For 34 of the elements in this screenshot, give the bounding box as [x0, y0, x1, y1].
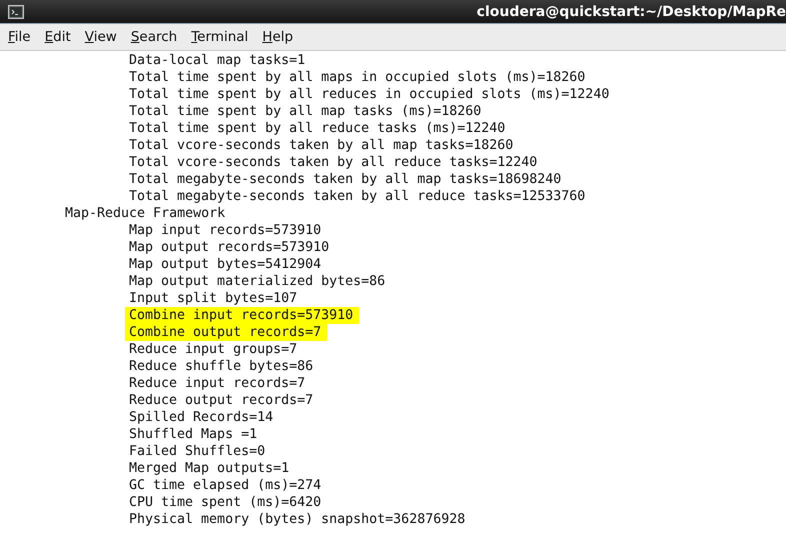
- output-line: Map input records=573910: [129, 222, 322, 239]
- output-line: Map output materialized bytes=86: [129, 273, 386, 290]
- menu-item[interactable]: Search: [130, 29, 178, 45]
- menu-item[interactable]: Help: [262, 29, 294, 45]
- menu-item[interactable]: Terminal: [191, 29, 248, 45]
- output-line: Reduce output records=7: [129, 392, 314, 409]
- menu-item[interactable]: File: [8, 29, 31, 45]
- output-line: Failed Shuffles=0: [129, 443, 266, 460]
- output-line: Reduce input groups=7: [129, 341, 298, 358]
- output-line: Spilled Records=14: [129, 409, 274, 426]
- output-line: Total time spent by all maps in occupied slots (ms)=18260: [129, 69, 586, 86]
- output-line: Total time spent by all map tasks (ms)=18260: [129, 103, 482, 120]
- output-line: Total megabyte-seconds taken by all reduce tasks=12533760: [129, 188, 586, 205]
- output-line: Physical memory (bytes) snapshot=362876928: [129, 511, 466, 528]
- menu-item[interactable]: Edit: [44, 29, 71, 45]
- output-line: Map output records=573910: [129, 239, 330, 256]
- section-heading: Map-Reduce Framework: [65, 205, 226, 222]
- output-line: Merged Map outputs=1: [129, 460, 290, 477]
- output-line: Input split bytes=107: [129, 290, 298, 307]
- output-line: GC time elapsed (ms)=274: [129, 477, 322, 494]
- output-line: Total vcore-seconds taken by all reduce tasks=12240: [129, 154, 538, 171]
- menu-item[interactable]: View: [84, 29, 117, 45]
- output-line: Reduce input records=7: [129, 375, 306, 392]
- output-line: Total megabyte-seconds taken by all map tasks=18698240: [129, 171, 562, 188]
- output-line: Data-local map tasks=1: [129, 52, 306, 69]
- window-title: cloudera@quickstart:~/Desktop/MapRe: [476, 4, 786, 20]
- output-line: Total time spent by all reduce tasks (ms)=12240: [129, 120, 506, 137]
- output-line: Total vcore-seconds taken by all map tasks=18260: [129, 137, 514, 154]
- output-line: Map output bytes=5412904: [129, 256, 322, 273]
- terminal-icon: [8, 4, 24, 18]
- output-line: Reduce shuffle bytes=86: [129, 358, 314, 375]
- output-line: CPU time spent (ms)=6420: [129, 494, 322, 511]
- output-line: Total time spent by all reduces in occupied slots (ms)=12240: [129, 86, 610, 103]
- output-line: Shuffled Maps =1: [129, 426, 258, 443]
